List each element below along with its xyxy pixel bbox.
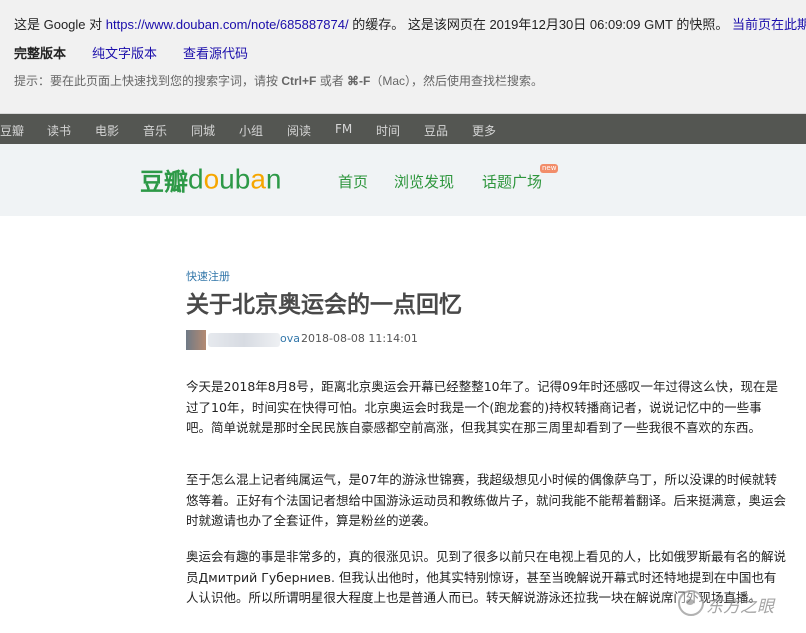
note-title: 关于北京奥运会的一点回忆 xyxy=(186,292,462,318)
watermark-text: 东方之眼 xyxy=(706,597,774,617)
new-badge: new xyxy=(540,164,559,173)
nav-home[interactable]: 首页 xyxy=(338,171,368,192)
tip-text: 提示：要在此页面上快速找到您的搜索字词，请按 xyxy=(14,74,282,88)
cache-suffix: 的缓存。 这是该网页在 2019年12月30日 06:09:09 GMT 的快照… xyxy=(348,17,732,32)
cache-view-options: 完整版本 纯文字版本 查看源代码 xyxy=(14,43,274,62)
tip-key-cmd-f: ⌘-F xyxy=(347,74,371,88)
tip-text-or: 或者 xyxy=(316,74,348,88)
global-nav-music[interactable]: 音乐 xyxy=(143,122,167,139)
nav-explore[interactable]: 浏览发现 xyxy=(394,171,454,192)
current-page-link[interactable]: 当前页在此期 xyxy=(732,17,806,32)
eye-icon xyxy=(678,590,704,616)
global-nav-books[interactable]: 读书 xyxy=(47,122,71,139)
paragraph: 今天是2018年8月8号，距离北京奥运会开幕已经整整10年了。记得09年时还感叹… xyxy=(186,379,779,435)
global-nav-movies[interactable]: 电影 xyxy=(95,122,119,139)
site-header: 豆瓣douban 首页 浏览发现 话题广场 new xyxy=(0,144,806,216)
note-date: 2018-08-08 11:14:01 xyxy=(301,332,418,345)
cache-prefix: 这是 Google 对 xyxy=(14,17,106,32)
global-nav-time[interactable]: 时间 xyxy=(376,122,400,139)
text-only-link[interactable]: 纯文字版本 xyxy=(92,46,157,61)
global-nav-market[interactable]: 豆品 xyxy=(424,122,448,139)
nav-topics[interactable]: 话题广场 xyxy=(482,171,542,192)
blurred-username xyxy=(208,333,280,347)
douban-logo[interactable]: 豆瓣douban xyxy=(140,162,282,197)
quick-register-link[interactable]: 快速注册 xyxy=(186,268,230,284)
full-version-label: 完整版本 xyxy=(14,46,67,61)
search-tip: 提示：要在此页面上快速找到您的搜索字词，请按 Ctrl+F 或者 ⌘-F（Mac… xyxy=(14,72,543,89)
global-nav-local[interactable]: 同城 xyxy=(191,122,215,139)
global-nav: 豆瓣 读书 电影 音乐 同城 小组 阅读 FM 时间 豆品 更多 xyxy=(0,114,806,144)
cached-url-link[interactable]: https://www.douban.com/note/685887874/ xyxy=(106,17,349,32)
view-source-link[interactable]: 查看源代码 xyxy=(183,46,248,61)
avatar[interactable] xyxy=(186,330,206,350)
google-cache-bar: 这是 Google 对 https://www.douban.com/note/… xyxy=(0,0,806,114)
logo-chinese: 豆瓣 xyxy=(140,168,188,196)
author-name[interactable]: ova xyxy=(280,332,300,345)
tip-text-end: （Mac），然后使用查找栏搜索。 xyxy=(370,74,544,88)
logo-english: douban xyxy=(188,163,282,195)
paragraph: 至于怎么混上记者纯属运气，是07年的游泳世锦赛，我超级想见小时候的偶像萨乌丁，所… xyxy=(186,472,787,528)
cache-notice: 这是 Google 对 https://www.douban.com/note/… xyxy=(14,14,806,33)
tip-key-ctrl-f: Ctrl+F xyxy=(281,74,317,88)
global-nav-read[interactable]: 阅读 xyxy=(287,122,311,139)
global-nav-douban[interactable]: 豆瓣 xyxy=(0,122,24,139)
global-nav-groups[interactable]: 小组 xyxy=(239,122,263,139)
global-nav-fm[interactable]: FM xyxy=(335,122,352,136)
global-nav-more[interactable]: 更多 xyxy=(472,122,496,139)
